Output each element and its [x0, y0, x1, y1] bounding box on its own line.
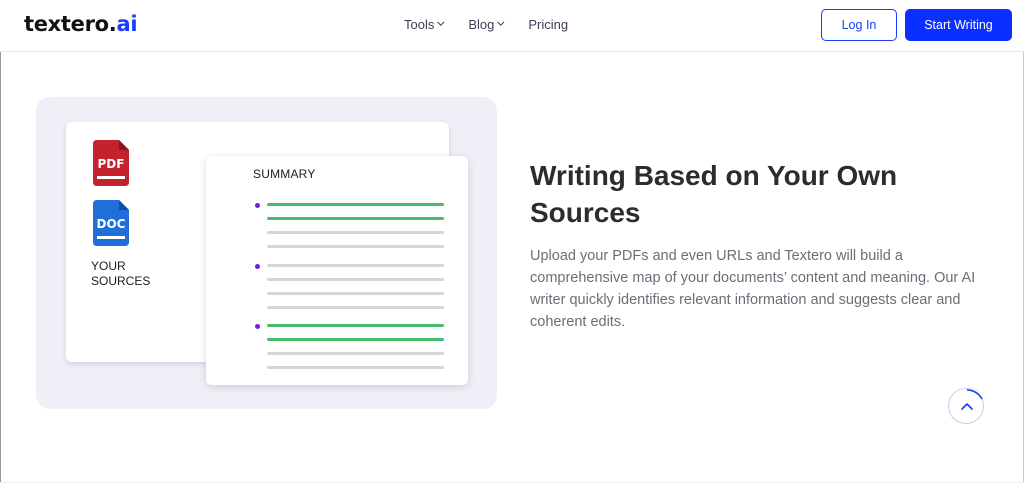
summary-bar [267, 231, 444, 234]
summary-bullet [255, 324, 260, 329]
chevron-down-icon [437, 18, 445, 26]
scroll-to-top-button[interactable] [948, 388, 984, 424]
nav-tools-label: Tools [404, 17, 435, 32]
chevron-down-icon [497, 18, 505, 26]
summary-bar-highlight [267, 203, 444, 206]
summary-bullet [255, 203, 260, 208]
summary-bar [267, 352, 444, 355]
sources-line-1: YOUR [91, 259, 126, 273]
summary-bar [267, 306, 444, 309]
next-section-edge [0, 482, 1024, 487]
nav-blog[interactable]: Blog [468, 17, 505, 32]
window-frame-left [0, 0, 1, 487]
summary-bar [267, 264, 444, 267]
login-button[interactable]: Log In [821, 9, 897, 41]
nav-pricing[interactable]: Pricing [528, 17, 568, 32]
doc-label: DOC [97, 217, 126, 231]
nav-blog-label: Blog [468, 17, 495, 32]
chevron-up-icon [961, 389, 983, 410]
sources-line-2: SOURCES [91, 274, 151, 288]
pdf-label: PDF [98, 157, 125, 171]
logo-suffix: ai [116, 12, 138, 36]
pdf-file-icon: PDF [93, 140, 129, 186]
summary-bar-highlight [267, 324, 444, 327]
summary-title: SUMMARY [253, 167, 316, 181]
start-writing-button[interactable]: Start Writing [905, 9, 1012, 41]
summary-bar [267, 278, 444, 281]
summary-bar-highlight [267, 217, 444, 220]
nav-tools[interactable]: Tools [404, 17, 445, 32]
logo-name: textero [24, 12, 109, 36]
main-nav: Tools Blog Pricing [404, 17, 568, 32]
site-header: textero.ai Tools Blog Pricing Log In Sta… [0, 0, 1024, 52]
summary-bar [267, 292, 444, 295]
nav-pricing-label: Pricing [528, 17, 569, 32]
your-sources-label: YOUR SOURCES [91, 259, 150, 289]
doc-file-icon: DOC [93, 200, 129, 246]
heading-line-2: Sources [530, 197, 641, 228]
sources-illustration: PDF DOC YOUR SOURCES SUMMARY [36, 97, 497, 409]
summary-bar-highlight [267, 338, 444, 341]
summary-bar [267, 366, 444, 369]
textero-logo[interactable]: textero.ai [24, 12, 138, 36]
section-description: Upload your PDFs and even URLs and Texte… [530, 248, 976, 330]
section-heading: Writing Based on Your Own Sources [530, 157, 950, 231]
summary-card: SUMMARY [206, 156, 468, 385]
summary-bullet [255, 264, 260, 269]
heading-line-1: Writing Based on Your Own [530, 160, 898, 191]
summary-bar [267, 245, 444, 248]
